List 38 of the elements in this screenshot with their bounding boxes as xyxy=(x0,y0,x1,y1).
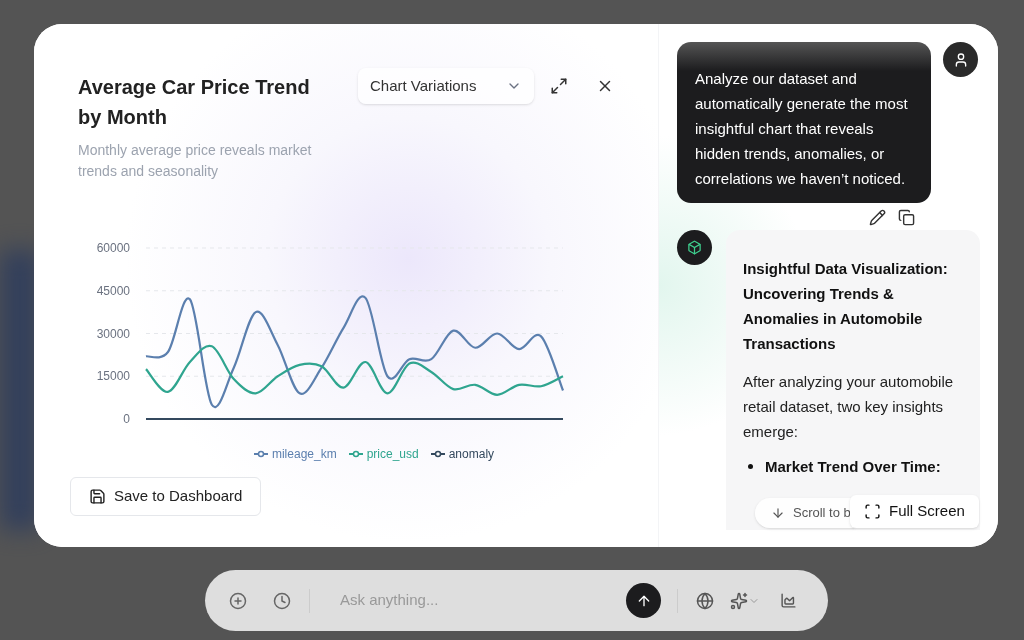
full-screen-button[interactable]: Full Screen xyxy=(850,495,979,528)
legend-marker-icon xyxy=(348,450,363,458)
user-message: Analyze our dataset and automatically generate the most insightful chart that reveals hidden trends, anomalies, or correlations we haven’t noticed. xyxy=(677,42,931,203)
sparkle-icon xyxy=(730,591,748,610)
answer-intro: After analyzing your automobile retail dataset, two key insights emerge: xyxy=(743,372,955,442)
ask-input[interactable]: Ask anything... xyxy=(340,589,620,612)
copy-icon[interactable] xyxy=(898,209,915,226)
y-tick-label: 45000 xyxy=(96,283,130,298)
y-tick-label: 0 xyxy=(123,412,130,426)
bullet-title: Market Trend Over Time: xyxy=(765,457,941,477)
edit-icon[interactable] xyxy=(869,209,886,226)
legend-label: mileage_km xyxy=(271,446,337,462)
legend-marker-icon xyxy=(430,450,445,458)
chart-subtitle: Monthly average price reveals market trends and seasonality xyxy=(78,141,313,181)
legend-marker-icon xyxy=(253,450,268,458)
legend-item[interactable]: mileage_km xyxy=(253,446,337,462)
y-tick-label: 30000 xyxy=(96,326,130,341)
answer-heading: Insightful Data Visualization: Uncovering Trends & Anomalies in Automobile Transactions xyxy=(743,259,949,354)
plus-icon[interactable] xyxy=(229,591,247,610)
cube-icon xyxy=(687,240,702,255)
sparkle-dropdown[interactable] xyxy=(730,591,760,610)
y-tick-label: 15000 xyxy=(96,369,130,384)
legend-label: price_usd xyxy=(366,446,419,462)
y-tick-label: 60000 xyxy=(96,241,130,255)
bullet-icon xyxy=(748,464,753,469)
send-button[interactable] xyxy=(626,583,661,618)
globe-icon[interactable] xyxy=(696,591,714,610)
expand-icon[interactable] xyxy=(550,77,568,95)
legend-item[interactable]: anomaly xyxy=(430,446,495,462)
save-to-dashboard-button[interactable]: Save to Dashboard xyxy=(70,477,262,516)
chart-title: Average Car Price Trend by Month xyxy=(78,75,311,130)
chart-variations-dropdown[interactable]: Chart Variations xyxy=(358,68,534,104)
scroll-to-bottom-button[interactable]: Scroll to b xyxy=(755,498,855,528)
chart-icon[interactable] xyxy=(780,592,797,609)
save-icon xyxy=(89,488,106,505)
legend-label: anomaly xyxy=(448,446,495,462)
clock-icon[interactable] xyxy=(273,591,291,610)
scan-icon xyxy=(864,503,881,520)
